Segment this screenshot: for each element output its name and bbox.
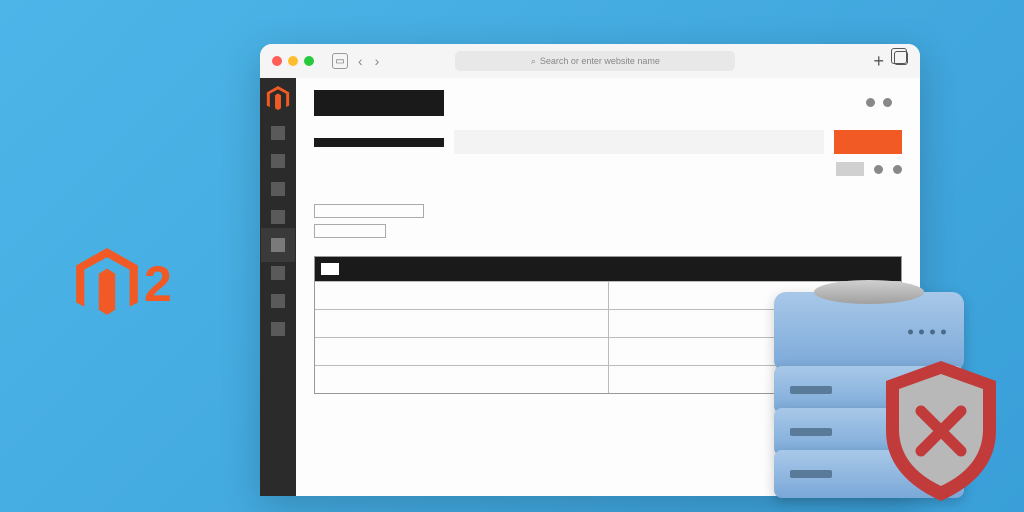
browser-titlebar: ▭ ‹ › ⌕ Search or enter website name + xyxy=(260,44,920,78)
server-slot xyxy=(790,470,832,478)
magento-icon xyxy=(76,248,138,320)
page-title xyxy=(314,90,444,116)
sidebar-item[interactable] xyxy=(271,322,285,336)
new-tab-icon[interactable]: + xyxy=(873,51,884,72)
secondary-toolbar xyxy=(314,162,902,176)
sidebar-item[interactable] xyxy=(271,266,285,280)
table-header xyxy=(315,257,901,281)
table-cell xyxy=(315,282,609,309)
toolbar-row xyxy=(314,130,902,154)
tabs-icon[interactable] xyxy=(894,51,908,65)
section-label xyxy=(314,138,444,147)
primary-button[interactable] xyxy=(834,130,902,154)
magento-sidebar-icon[interactable] xyxy=(266,86,290,112)
sidebar-item[interactable] xyxy=(271,126,285,140)
server-leds xyxy=(908,330,946,335)
table-cell xyxy=(315,310,609,337)
toolbar-bar xyxy=(454,130,824,154)
close-icon[interactable] xyxy=(272,56,282,66)
sidebar-item[interactable] xyxy=(271,210,285,224)
admin-sidebar xyxy=(260,78,296,496)
back-icon[interactable]: ‹ xyxy=(356,53,365,69)
browser-actions: + xyxy=(873,51,908,72)
action-dot[interactable] xyxy=(866,98,875,107)
select-all-checkbox[interactable] xyxy=(321,263,339,275)
filter-input[interactable] xyxy=(314,204,424,218)
minimize-icon[interactable] xyxy=(288,56,298,66)
search-placeholder: Search or enter website name xyxy=(540,56,660,66)
product-version: 2 xyxy=(144,255,172,313)
shield-blocked-icon xyxy=(876,356,1006,506)
sidebar-item-active[interactable] xyxy=(271,238,285,252)
action-dot[interactable] xyxy=(893,165,902,174)
action-dot[interactable] xyxy=(883,98,892,107)
filter-fields xyxy=(314,204,902,238)
sidebar-item[interactable] xyxy=(271,294,285,308)
filter-input[interactable] xyxy=(314,224,386,238)
server-slot xyxy=(790,386,832,394)
nav-buttons: ▭ ‹ › xyxy=(332,53,381,69)
search-icon: ⌕ xyxy=(531,56,536,67)
forward-icon[interactable]: › xyxy=(373,53,382,69)
sidebar-item[interactable] xyxy=(271,154,285,168)
table-cell xyxy=(315,366,609,393)
sidebar-item[interactable] xyxy=(271,182,285,196)
sidebar-toggle-icon[interactable]: ▭ xyxy=(332,53,348,69)
address-bar[interactable]: ⌕ Search or enter website name xyxy=(455,51,735,71)
maximize-icon[interactable] xyxy=(304,56,314,66)
magento-logo-area: 2 xyxy=(76,248,172,320)
secondary-button[interactable] xyxy=(836,162,864,176)
action-dot[interactable] xyxy=(874,165,883,174)
server-fan-icon xyxy=(814,280,924,304)
server-slot xyxy=(790,428,832,436)
header-actions xyxy=(866,98,892,107)
window-controls xyxy=(272,56,314,66)
table-cell xyxy=(315,338,609,365)
